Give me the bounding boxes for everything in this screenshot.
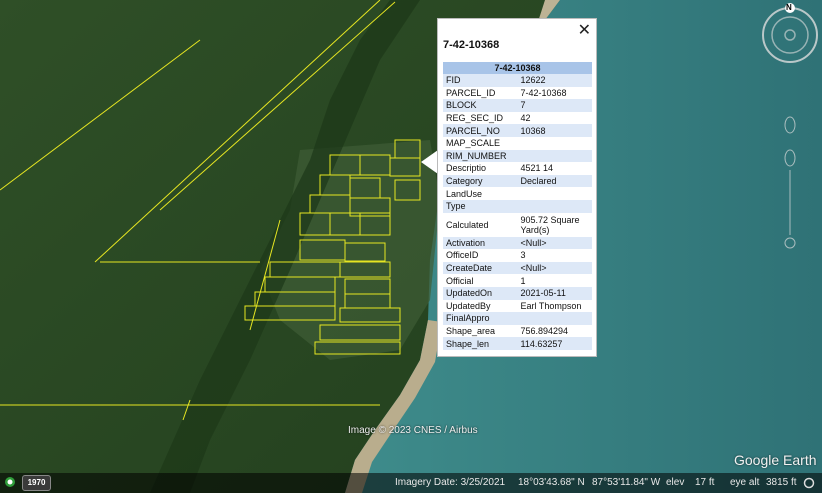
attribute-key: LandUse (446, 188, 483, 199)
attribute-row: Shape_len 114.63257 (443, 337, 592, 350)
attribute-row: Shape_area 756.894294 (443, 325, 592, 338)
attribute-key: Shape_len (443, 337, 518, 350)
attribute-value: Earl Thompson (520, 300, 582, 311)
longitude-readout: 87°53'11.84" W (592, 477, 661, 488)
eye-alt-label: eye alt (730, 477, 760, 488)
attribute-value: Declared (517, 174, 592, 188)
attribute-key: Shape_area (446, 325, 496, 336)
attribute-row: UpdatedOn 2021-05-11 (443, 286, 592, 300)
attribute-key: Official (446, 275, 474, 286)
attribute-row: Calculated 905.72 Square Yard(s) (443, 213, 592, 237)
attribute-row: OfficeID 3 (443, 249, 592, 262)
google-earth-watermark: Google Earth (734, 452, 817, 468)
sunlight-icon[interactable] (4, 476, 16, 488)
attribute-value: 905.72 Square Yard(s) (520, 214, 580, 235)
attribute-key: BLOCK (443, 99, 518, 112)
attribute-row: Official 1 (443, 274, 592, 287)
attribute-key: PARCEL_ID (446, 87, 496, 98)
attribute-row: Activation <Null> (443, 236, 592, 250)
status-indicator-icon (803, 477, 815, 489)
attribute-key: PARCEL_NO (443, 124, 518, 137)
attribute-row: Type (443, 199, 592, 213)
satellite-map[interactable] (0, 0, 822, 493)
elevation-label: elev (666, 477, 685, 488)
attribute-value: <Null> (517, 236, 592, 250)
attribute-table: 7-42-10368 FID 12622 PARCEL_ID 7-42-10368 BL… (443, 62, 592, 350)
attribute-key: REG_SEC_ID (446, 113, 504, 124)
attribute-key: FinalAppro (443, 312, 518, 325)
attribute-row: LandUse (443, 187, 592, 200)
eye-alt-value: 3815 ft (766, 477, 797, 488)
attribute-row: RIM_NUMBER (443, 149, 592, 163)
attribute-row: PARCEL_NO 10368 (443, 124, 592, 137)
attribute-key: UpdatedBy (446, 300, 491, 311)
attribute-value: <Null> (517, 261, 592, 275)
attribute-value: 3 (520, 250, 526, 261)
historical-imagery-year[interactable]: 1970 (22, 475, 51, 491)
close-icon[interactable]: ✕ (578, 20, 591, 39)
attribute-value: 1 (520, 275, 526, 286)
attribute-value: 756.894294 (520, 325, 569, 336)
attribute-key: Activation (443, 236, 518, 250)
attribute-key: Descriptio (446, 163, 487, 174)
attribute-row: UpdatedBy Earl Thompson (443, 300, 592, 313)
attribute-key: CreateDate (443, 261, 518, 275)
popup-title: 7-42-10368 (443, 39, 500, 51)
attribute-row: FinalAppro (443, 312, 592, 325)
elevation-value: 17 ft (695, 477, 715, 488)
attribute-key: RIM_NUMBER (443, 149, 518, 163)
imagery-date: Imagery Date: 3/25/2021 (395, 477, 506, 488)
latitude-readout: 18°03'43.68" N (518, 477, 585, 488)
attribute-row: MAP_SCALE (443, 137, 592, 150)
attribute-key: Category (443, 174, 518, 188)
attribute-key: MAP_SCALE (446, 138, 501, 149)
attribute-row: Descriptio 4521 14 (443, 162, 592, 175)
attribute-value (518, 137, 593, 150)
attribute-row: BLOCK 7 (443, 99, 592, 112)
attribute-value: 12622 (517, 74, 592, 87)
attribute-row: CreateDate <Null> (443, 261, 592, 275)
attribute-value: 7 (517, 99, 592, 112)
feature-popup: ✕ 7-42-10368 7-42-10368 FID 12622 PARCEL_I… (437, 18, 597, 357)
attribute-value (518, 187, 593, 200)
status-bar: Imagery Date: 3/25/2021 18°03'43.68" N 8… (0, 473, 822, 493)
attribute-key: FID (443, 74, 518, 87)
compass-north-label: N (786, 3, 792, 12)
attribute-key: UpdatedOn (443, 286, 518, 300)
popup-pointer (421, 150, 438, 174)
attribute-value: 42 (520, 113, 531, 124)
attribute-value (517, 149, 592, 163)
attribute-value: 2021-05-11 (517, 286, 592, 300)
attribute-value (517, 199, 592, 213)
attribute-row: FID 12622 (443, 74, 592, 87)
attribute-value (517, 312, 592, 325)
attribute-key: Calculated (446, 219, 489, 230)
attribute-value: 10368 (517, 124, 592, 137)
attribute-row: REG_SEC_ID 42 (443, 112, 592, 125)
attribute-value: 7-42-10368 (520, 87, 567, 98)
attribute-value: 114.63257 (517, 337, 592, 350)
attribute-key: Type (443, 199, 518, 213)
attribute-row: PARCEL_ID 7-42-10368 (443, 87, 592, 100)
attribute-row: Category Declared (443, 174, 592, 188)
attribute-value: 4521 14 (520, 163, 554, 174)
attribute-key: OfficeID (446, 250, 479, 261)
attribute-table-header: 7-42-10368 (443, 62, 592, 74)
imagery-copyright: Image © 2023 CNES / Airbus (348, 425, 478, 436)
